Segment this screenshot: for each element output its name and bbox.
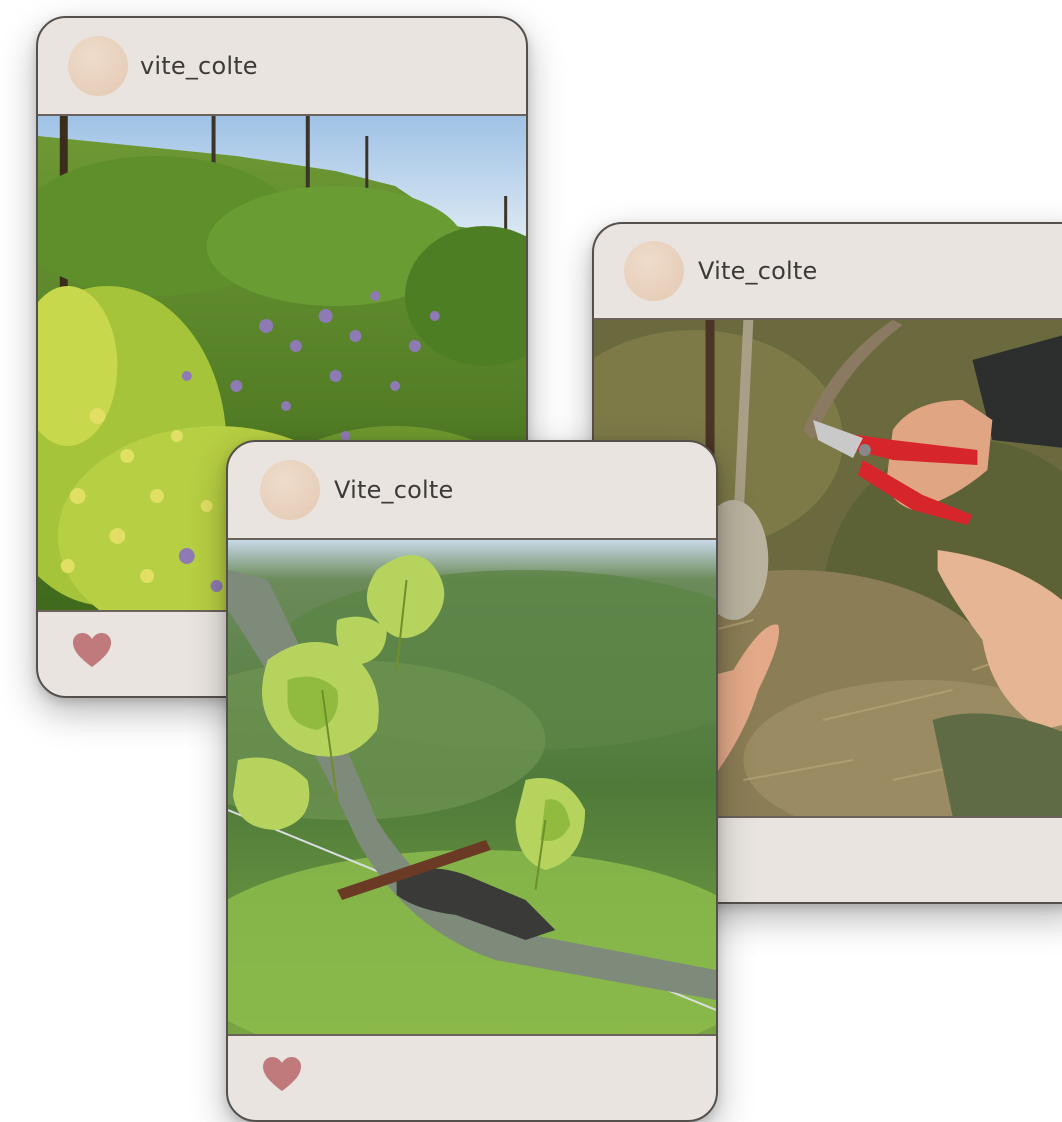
- avatar[interactable]: [624, 241, 684, 301]
- username[interactable]: vite_colte: [140, 52, 258, 80]
- avatar[interactable]: [260, 460, 320, 520]
- post-photo[interactable]: [228, 538, 716, 1036]
- vine-leaves-photo: [228, 540, 716, 1034]
- avatar[interactable]: [68, 36, 128, 96]
- heart-icon[interactable]: [262, 1056, 302, 1092]
- post-header: vite_colte: [38, 18, 526, 114]
- username[interactable]: Vite_colte: [698, 257, 817, 285]
- post-header: Vite_colte: [228, 442, 716, 538]
- heart-icon[interactable]: [72, 632, 112, 668]
- post-header: Vite_colte: [594, 224, 1062, 318]
- username[interactable]: Vite_colte: [334, 476, 453, 504]
- post-footer: [228, 1028, 716, 1120]
- post-card: Vite_colte: [226, 440, 718, 1122]
